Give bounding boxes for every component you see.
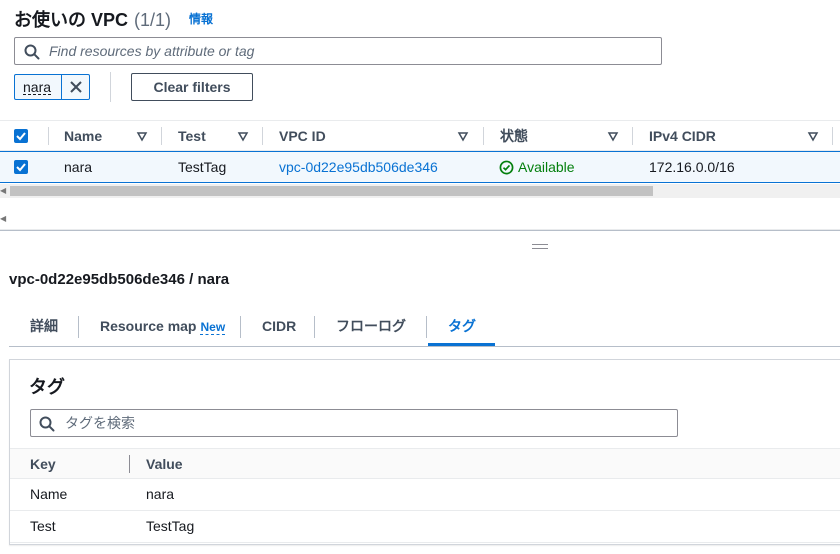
- tag-search-input[interactable]: [63, 411, 663, 435]
- table-row: Test TestTag: [10, 511, 840, 543]
- column-divider: [632, 127, 633, 145]
- active-tab-indicator: [428, 343, 495, 346]
- page-horizontal-scrollbar[interactable]: ◀: [0, 198, 840, 230]
- sort-caret-icon[interactable]: [807, 130, 819, 142]
- tag-search[interactable]: [30, 409, 678, 437]
- column-header-test[interactable]: Test: [178, 121, 206, 151]
- resource-count: (1/1): [134, 10, 172, 30]
- filter-token-label: nara: [23, 79, 52, 95]
- select-all-checkbox[interactable]: [14, 129, 28, 143]
- resize-handle-icon[interactable]: [532, 244, 548, 250]
- clear-filters-button[interactable]: Clear filters: [131, 73, 253, 101]
- column-divider: [161, 127, 162, 145]
- cell-name: nara: [64, 159, 93, 175]
- tab-cidr[interactable]: CIDR: [262, 310, 296, 346]
- tab-divider: [426, 316, 427, 338]
- filter-divider: [110, 72, 111, 102]
- checkbox-checked-icon: [16, 163, 26, 172]
- search-icon: [39, 416, 55, 432]
- scroll-left-icon[interactable]: ◀: [0, 187, 6, 195]
- tags-panel: タグ Key Value Name nara Test TestTag: [9, 359, 840, 545]
- tab-flow-logs[interactable]: フローログ: [336, 310, 406, 346]
- tags-table-header: Key Value: [10, 448, 840, 479]
- detail-tabs: 詳細 Resource map New CIDR フローログ タグ: [9, 310, 840, 347]
- scrollbar-thumb[interactable]: [10, 186, 653, 196]
- column-divider: [129, 455, 130, 473]
- tab-divider: [240, 316, 241, 338]
- tags-panel-title: タグ: [29, 377, 65, 397]
- column-divider: [48, 127, 49, 145]
- column-header-vpc-id[interactable]: VPC ID: [279, 121, 326, 151]
- tab-resource-map[interactable]: Resource map New: [100, 310, 226, 346]
- row-checkbox[interactable]: [14, 160, 28, 174]
- table-horizontal-scrollbar[interactable]: ◀: [0, 184, 840, 198]
- info-link[interactable]: 情報: [189, 10, 213, 27]
- cell-ipv4-cidr: 172.16.0.0/16: [649, 159, 735, 175]
- tab-divider: [78, 316, 79, 338]
- sort-caret-icon[interactable]: [607, 130, 619, 142]
- column-header-value: Value: [146, 456, 183, 472]
- column-divider: [832, 127, 833, 145]
- close-icon: [70, 81, 82, 93]
- column-header-ipv4-cidr[interactable]: IPv4 CIDR: [649, 121, 716, 151]
- vpc-id-link[interactable]: vpc-0d22e95db506de346: [279, 152, 438, 182]
- tags-table: Key Value Name nara Test TestTag: [10, 448, 840, 543]
- cell-test: TestTag: [178, 159, 227, 175]
- tag-key: Test: [30, 518, 56, 534]
- search-icon: [24, 44, 40, 60]
- status-badge: Available: [518, 159, 575, 175]
- table-row: Name nara: [10, 479, 840, 511]
- page-title-text: お使いの VPC: [14, 10, 129, 30]
- split-panel-divider: [0, 230, 840, 231]
- table-row[interactable]: nara TestTag vpc-0d22e95db506de346 Avail…: [0, 151, 840, 183]
- check-circle-icon: [499, 160, 514, 175]
- tab-details[interactable]: 詳細: [30, 310, 58, 346]
- column-header-status[interactable]: 状態: [500, 121, 528, 151]
- tag-value: TestTag: [146, 518, 195, 534]
- column-divider: [483, 127, 484, 145]
- checkbox-checked-icon: [16, 132, 26, 141]
- remove-filter-button[interactable]: [62, 75, 90, 99]
- column-header-key: Key: [30, 456, 56, 472]
- sort-caret-icon[interactable]: [237, 130, 249, 142]
- tag-value: nara: [146, 486, 175, 502]
- scroll-left-icon[interactable]: ◀: [0, 214, 6, 223]
- page-title: お使いの VPC (1/1): [14, 6, 171, 32]
- filter-token[interactable]: nara: [14, 74, 90, 100]
- tab-tags[interactable]: タグ: [448, 310, 476, 346]
- column-divider: [262, 127, 263, 145]
- table-header: Name Test VPC ID 状態 IPv4 CIDR: [0, 120, 840, 151]
- column-header-name[interactable]: Name: [64, 121, 102, 151]
- sort-caret-icon[interactable]: [457, 130, 469, 142]
- tab-resource-map-label: Resource map: [100, 318, 197, 334]
- search-input[interactable]: [47, 39, 647, 63]
- tag-key: Name: [30, 486, 68, 502]
- new-badge: New: [200, 320, 226, 335]
- sort-caret-icon[interactable]: [136, 130, 148, 142]
- tab-divider: [314, 316, 315, 338]
- resource-search[interactable]: [14, 37, 662, 65]
- detail-title: vpc-0d22e95db506de346 / nara: [9, 271, 230, 288]
